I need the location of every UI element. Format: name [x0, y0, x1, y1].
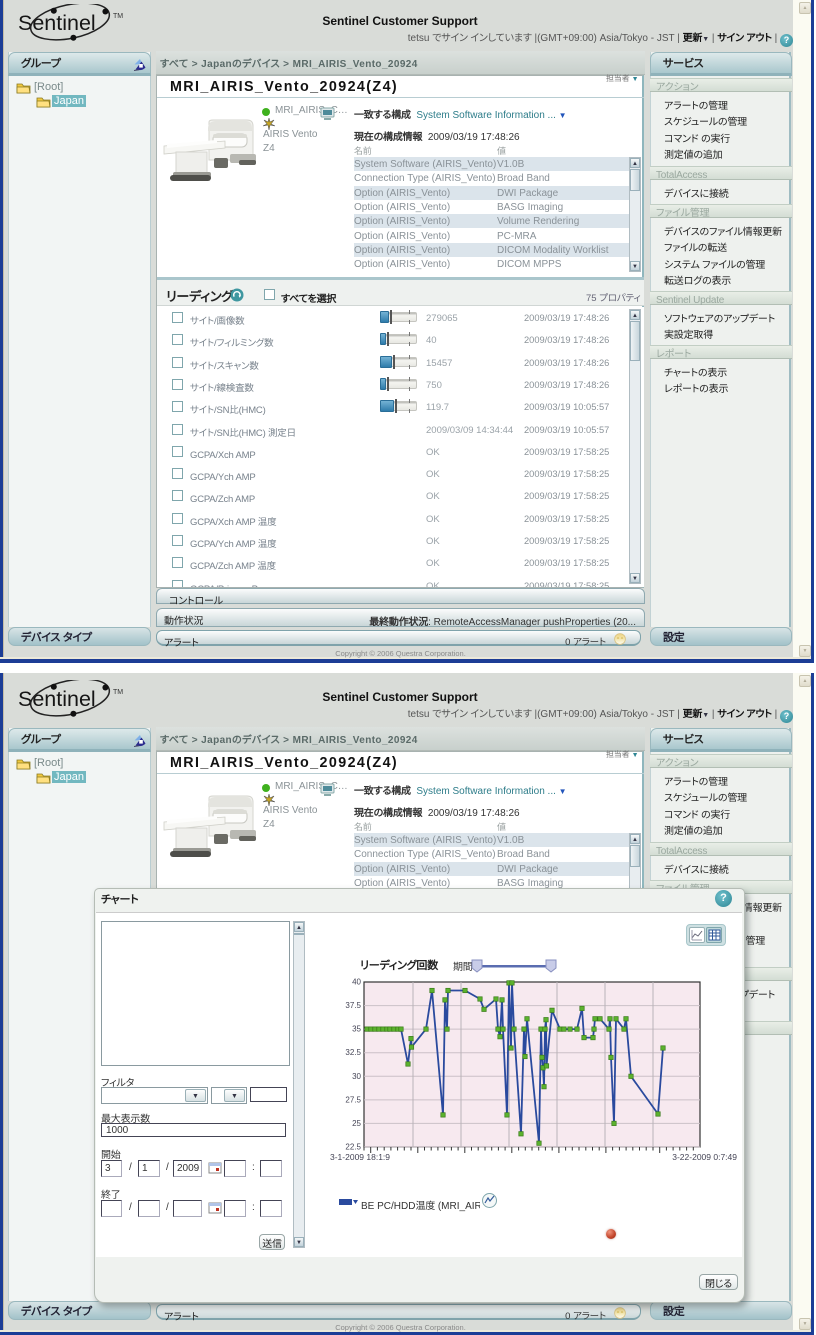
svg-text:32.5: 32.5	[345, 1048, 361, 1057]
svg-text:3-22-2009 0:7:49: 3-22-2009 0:7:49	[672, 1152, 737, 1162]
svg-text:40: 40	[352, 978, 361, 987]
svg-text:27.5: 27.5	[345, 1095, 361, 1104]
svg-text:3-1-2009 18:1:9: 3-1-2009 18:1:9	[330, 1152, 390, 1162]
svg-text:35: 35	[352, 1025, 361, 1034]
svg-text:37.5: 37.5	[345, 1001, 361, 1010]
svg-text:30: 30	[352, 1072, 361, 1081]
svg-text:22.5: 22.5	[345, 1143, 361, 1152]
svg-text:25: 25	[352, 1119, 361, 1128]
